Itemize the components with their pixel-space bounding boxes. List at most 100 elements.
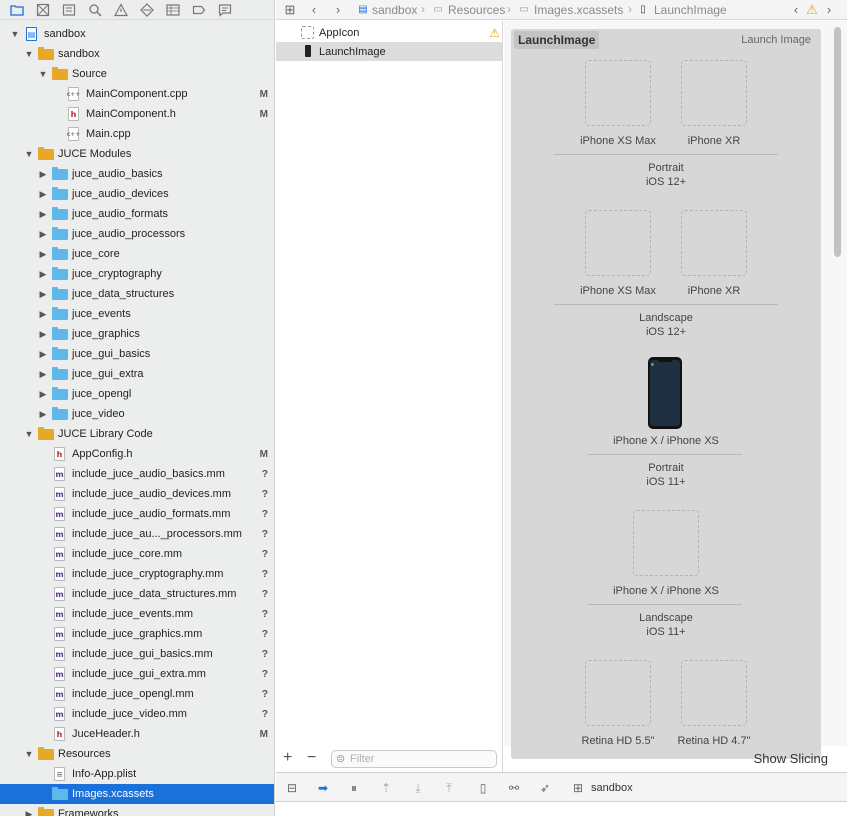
asset-title[interactable]: LaunchImage — [514, 31, 600, 49]
tree-row[interactable]: m include_juce_data_structures.mm? — [0, 584, 274, 604]
report-icon[interactable] — [218, 3, 232, 17]
tree-row[interactable]: ▼ ▤ sandbox — [0, 24, 274, 44]
tree-row[interactable]: m include_juce_events.mm? — [0, 604, 274, 624]
disclosure-collapsed-icon[interactable]: ▶ — [38, 249, 48, 259]
remove-asset-button[interactable]: − — [307, 749, 316, 767]
disclosure-collapsed-icon[interactable]: ▶ — [38, 209, 48, 219]
tree-row[interactable]: ▶ juce_graphics — [0, 324, 274, 344]
issue-icon[interactable] — [114, 2, 128, 17]
disclosure-collapsed-icon[interactable]: ▶ — [38, 369, 48, 379]
breakpoint-icon[interactable] — [192, 3, 206, 17]
tree-row[interactable]: ▼ Source — [0, 64, 274, 84]
tree-row[interactable]: m include_juce_core.mm? — [0, 544, 274, 564]
tree-row[interactable]: h AppConfig.h M — [0, 444, 274, 464]
previous-issue-icon[interactable]: ‹ — [789, 3, 803, 17]
tree-row[interactable]: ≡ Info-App.plist — [0, 764, 274, 784]
disclosure-expanded-icon[interactable]: ▼ — [24, 49, 34, 59]
tree-row[interactable]: ▼ sandbox — [0, 44, 274, 64]
tree-row[interactable]: m include_juce_video.mm? — [0, 704, 274, 724]
disclosure-collapsed-icon[interactable]: ▶ — [38, 349, 48, 359]
breadcrumb-item[interactable]: LaunchImage — [654, 3, 727, 17]
find-icon[interactable] — [88, 3, 102, 17]
image-slot-well[interactable] — [681, 660, 747, 726]
warning-icon[interactable]: ⚠ — [489, 26, 500, 40]
tree-row[interactable]: c++ MainComponent.cpp M — [0, 84, 274, 104]
tree-row[interactable]: m include_juce_graphics.mm? — [0, 624, 274, 644]
folder-icon[interactable] — [10, 3, 24, 17]
image-slot-well[interactable] — [585, 660, 651, 726]
tree-row[interactable]: m include_juce_audio_devices.mm? — [0, 484, 274, 504]
tree-row[interactable]: m include_juce_audio_formats.mm? — [0, 504, 274, 524]
tree-row[interactable]: ▶ Frameworks — [0, 804, 274, 816]
tree-row[interactable]: ▼ JUCE Modules — [0, 144, 274, 164]
launch-image-preview[interactable] — [648, 357, 682, 429]
tree-row[interactable]: m include_juce_au..._processors.mm? — [0, 524, 274, 544]
image-slot-well[interactable] — [585, 210, 651, 276]
simulate-location-icon[interactable]: ➶ — [538, 781, 552, 795]
back-icon[interactable]: ‹ — [307, 3, 321, 17]
breadcrumb-item[interactable]: Images.xcassets — [534, 3, 623, 17]
image-slot-well[interactable] — [681, 210, 747, 276]
tree-row[interactable]: m include_juce_opengl.mm? — [0, 684, 274, 704]
scheme-label[interactable]: sandbox — [591, 782, 633, 794]
asset-item-appicon[interactable]: AppIcon ⚠ — [276, 23, 503, 42]
asset-item-launchimage[interactable]: LaunchImage — [276, 42, 503, 61]
disclosure-collapsed-icon[interactable]: ▶ — [38, 169, 48, 179]
tree-row[interactable]: ▶ juce_opengl — [0, 384, 274, 404]
tree-row[interactable]: ▶ juce_events — [0, 304, 274, 324]
tree-row[interactable]: ▶ juce_audio_basics — [0, 164, 274, 184]
breadcrumb-item[interactable]: sandbox — [372, 3, 417, 17]
disclosure-expanded-icon[interactable]: ▼ — [24, 149, 34, 159]
tree-row[interactable]: ▶ juce_video — [0, 404, 274, 424]
tree-row[interactable]: m include_juce_audio_basics.mm? — [0, 464, 274, 484]
hide-debug-area-icon[interactable]: ⊟ — [285, 781, 299, 795]
image-slot-well[interactable] — [633, 510, 699, 576]
step-in-icon[interactable]: ⤓ — [411, 781, 425, 795]
tree-row[interactable]: ▶ juce_gui_extra — [0, 364, 274, 384]
image-slot-well[interactable] — [681, 60, 747, 126]
disclosure-expanded-icon[interactable]: ▼ — [24, 429, 34, 439]
next-issue-icon[interactable]: › — [822, 3, 836, 17]
memory-graph-icon[interactable]: ⚯ — [507, 781, 521, 795]
breakpoints-toggle-icon[interactable]: ➡ — [316, 781, 330, 795]
related-items-icon[interactable]: ⊞ — [283, 3, 297, 17]
tree-row[interactable]: ▶ juce_cryptography — [0, 264, 274, 284]
tree-row[interactable]: h JuceHeader.h M — [0, 724, 274, 744]
tree-row[interactable]: ▶ juce_core — [0, 244, 274, 264]
tree-row[interactable]: h MainComponent.h M — [0, 104, 274, 124]
disclosure-collapsed-icon[interactable]: ▶ — [24, 809, 34, 816]
tree-row[interactable]: ▶ juce_audio_devices — [0, 184, 274, 204]
disclosure-collapsed-icon[interactable]: ▶ — [38, 329, 48, 339]
step-out-icon[interactable]: ⤒ — [442, 781, 456, 795]
tree-row[interactable]: m include_juce_gui_extra.mm? — [0, 664, 274, 684]
disclosure-collapsed-icon[interactable]: ▶ — [38, 389, 48, 399]
warning-icon[interactable]: ⚠ — [805, 3, 819, 17]
disclosure-collapsed-icon[interactable]: ▶ — [38, 309, 48, 319]
disclosure-collapsed-icon[interactable]: ▶ — [38, 409, 48, 419]
debug-icon[interactable] — [166, 3, 180, 17]
tree-row[interactable]: ▶ juce_audio_formats — [0, 204, 274, 224]
disclosure-expanded-icon[interactable]: ▼ — [24, 749, 34, 759]
disclosure-expanded-icon[interactable]: ▼ — [38, 69, 48, 79]
disclosure-expanded-icon[interactable]: ▼ — [10, 29, 20, 39]
disclosure-collapsed-icon[interactable]: ▶ — [38, 289, 48, 299]
image-slot-well[interactable] — [585, 60, 651, 126]
vertical-scrollbar[interactable] — [834, 27, 841, 257]
show-slicing-button[interactable]: Show Slicing — [754, 751, 828, 766]
tree-row[interactable]: Images.xcassets — [0, 784, 274, 804]
tree-row[interactable]: c++ Main.cpp — [0, 124, 274, 144]
pause-icon[interactable]: ⏸ — [347, 781, 361, 795]
tree-row[interactable]: ▼ Resources — [0, 744, 274, 764]
add-asset-button[interactable]: + — [283, 749, 292, 767]
disclosure-collapsed-icon[interactable]: ▶ — [38, 189, 48, 199]
tree-row[interactable]: ▶ juce_audio_processors — [0, 224, 274, 244]
disclosure-collapsed-icon[interactable]: ▶ — [38, 269, 48, 279]
filter-input[interactable]: ⊜ Filter — [331, 750, 497, 768]
tree-row[interactable]: ▶ juce_data_structures — [0, 284, 274, 304]
symbol-icon[interactable] — [62, 3, 76, 17]
view-debugger-icon[interactable]: ▯ — [476, 781, 490, 795]
forward-icon[interactable]: › — [331, 3, 345, 17]
test-icon[interactable] — [140, 2, 154, 17]
source-control-icon[interactable] — [36, 3, 50, 17]
tree-row[interactable]: ▶ juce_gui_basics — [0, 344, 274, 364]
